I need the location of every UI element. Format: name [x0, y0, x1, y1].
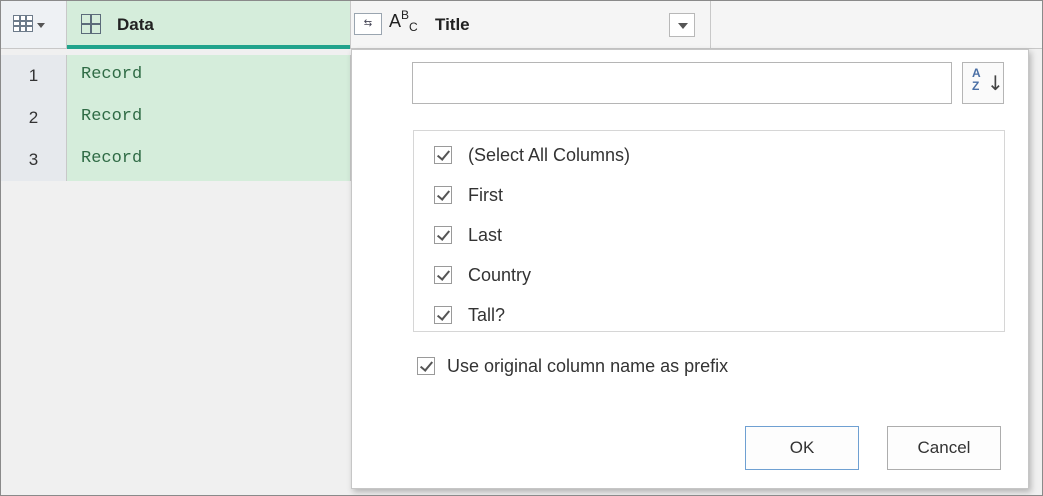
item-label: Tall? — [468, 305, 506, 325]
checkbox[interactable] — [434, 306, 452, 324]
prefix-label: Use original column name as prefix — [447, 356, 729, 376]
column-filter-dropdown-button[interactable] — [669, 13, 695, 37]
arrow-down-icon: ↓ — [987, 71, 1004, 95]
chevron-down-icon — [37, 23, 45, 28]
row-number: 2 — [1, 97, 67, 139]
table-type-icon — [81, 14, 101, 34]
item-label: (Select All Columns) — [468, 145, 631, 165]
ok-button[interactable]: OK — [745, 426, 859, 470]
column-header-label: Title — [435, 15, 470, 34]
record-cell[interactable]: Record — [67, 139, 351, 181]
table-row[interactable]: 1 Record — [1, 55, 351, 97]
header-empty-area — [711, 1, 1042, 49]
column-checkbox-list: (Select All Columns) First Last Country … — [413, 130, 1005, 332]
row-number: 3 — [1, 139, 67, 181]
column-item-last[interactable]: Last — [414, 215, 1004, 255]
column-header-title[interactable]: ⇆ ABC Title — [351, 1, 711, 49]
column-header-data[interactable]: Data — [67, 1, 351, 49]
item-label: Last — [468, 225, 503, 245]
item-label: First — [468, 185, 503, 205]
column-header-label: Data — [117, 15, 154, 34]
item-label: Country — [468, 265, 532, 285]
grid-rows: 1 Record 2 Record 3 Record — [1, 55, 351, 181]
abc-text-icon: ABC — [389, 8, 418, 34]
record-cell[interactable]: Record — [67, 55, 351, 97]
prefix-option[interactable]: Use original column name as prefix — [413, 346, 728, 386]
checkbox[interactable] — [417, 357, 435, 375]
row-number: 1 — [1, 55, 67, 97]
record-cell[interactable]: Record — [67, 97, 351, 139]
expand-columns-panel: AZ ↓ (Select All Columns) First Last Cou… — [351, 49, 1029, 489]
column-item-country[interactable]: Country — [414, 255, 1004, 295]
column-selected-indicator — [67, 45, 350, 49]
sort-button[interactable]: AZ ↓ — [962, 62, 1004, 104]
query-editor-grid: Data ⇆ ABC Title 1 Record 2 Record 3 Rec… — [0, 0, 1043, 496]
checkbox[interactable] — [434, 146, 452, 164]
sort-az-icon: AZ — [972, 66, 981, 93]
table-icon — [13, 15, 33, 32]
checkbox[interactable] — [434, 186, 452, 204]
table-row[interactable]: 2 Record — [1, 97, 351, 139]
cancel-button[interactable]: Cancel — [887, 426, 1001, 470]
select-all-columns-item[interactable]: (Select All Columns) — [414, 135, 1004, 175]
column-item-first[interactable]: First — [414, 175, 1004, 215]
checkbox[interactable] — [434, 266, 452, 284]
search-input[interactable] — [412, 62, 952, 104]
table-row[interactable]: 3 Record — [1, 139, 351, 181]
checkbox[interactable] — [434, 226, 452, 244]
column-item-tall[interactable]: Tall? — [414, 295, 1004, 335]
table-menu-corner[interactable] — [1, 1, 67, 49]
expand-icon[interactable]: ⇆ — [354, 13, 382, 35]
